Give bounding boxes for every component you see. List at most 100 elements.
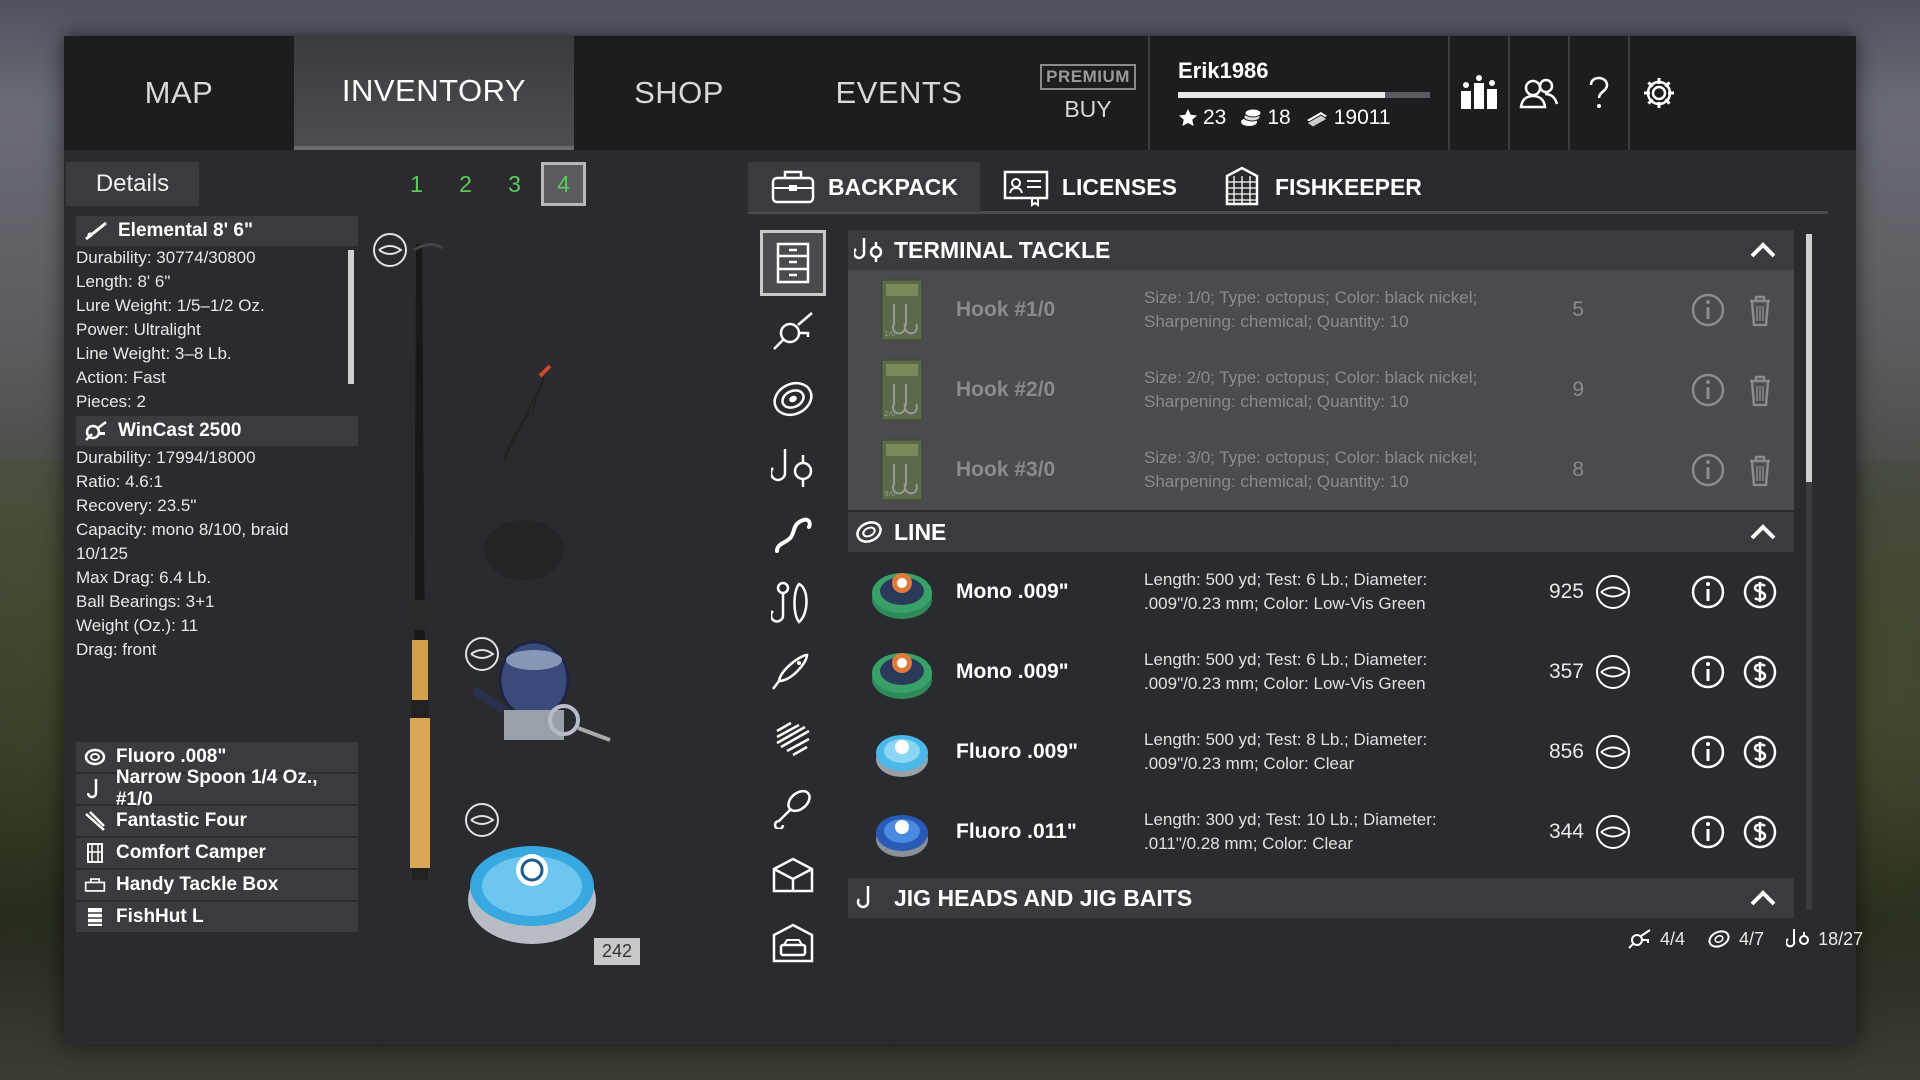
reel-prop: Durability: 17994/18000 xyxy=(76,448,256,467)
category-spoons[interactable] xyxy=(760,774,826,840)
lure-icon xyxy=(772,653,809,690)
rod-prop: Line Weight: 3–8 Lb. xyxy=(76,344,232,363)
item-list-scrollbar[interactable] xyxy=(1806,234,1812,910)
rod-slot-4[interactable]: 4 xyxy=(541,162,586,206)
reel-prop: Weight (Oz.): 11 xyxy=(76,616,199,635)
inventory-panel: BACKPACK LICENSES FISHKEEPER TERMINAL TA… xyxy=(748,150,1863,990)
rod-slot-2[interactable]: 2 xyxy=(443,162,488,206)
chevron-up-icon[interactable] xyxy=(1748,518,1778,546)
info-icon[interactable] xyxy=(1690,452,1726,488)
friends-button[interactable] xyxy=(1508,36,1568,150)
item-name: Fluoro .011" xyxy=(956,820,1077,843)
category-all[interactable] xyxy=(760,230,826,296)
line-length-badge: 242 xyxy=(594,938,641,965)
sell-icon[interactable] xyxy=(1742,814,1778,850)
chevron-up-icon[interactable] xyxy=(1748,236,1778,264)
list-item[interactable]: Mono .009" Length: 500 yd; Test: 6 Lb.; … xyxy=(848,552,1794,632)
info-icon[interactable] xyxy=(1690,574,1726,610)
category-header-terminal-tackle[interactable]: TERMINAL TACKLE xyxy=(848,230,1794,270)
leaderboard-button[interactable] xyxy=(1448,36,1508,150)
list-item[interactable]: Mono .009" Length: 500 yd; Test: 6 Lb.; … xyxy=(848,632,1794,712)
sell-icon[interactable] xyxy=(1742,734,1778,770)
category-jig-baits[interactable] xyxy=(760,570,826,636)
settings-button[interactable] xyxy=(1628,36,1688,150)
trash-icon[interactable] xyxy=(1742,372,1778,408)
item-list-scroll-thumb[interactable] xyxy=(1806,234,1812,482)
category-leaders[interactable] xyxy=(760,706,826,772)
equip-icon[interactable] xyxy=(1594,813,1632,851)
trash-icon[interactable] xyxy=(1742,452,1778,488)
terminal-tackle-capacity: 18/27 xyxy=(1786,928,1863,950)
xp-progress-bar xyxy=(1178,92,1430,98)
reel-header[interactable]: WinCast 2500 xyxy=(76,416,358,446)
reel-prop: Drag: front xyxy=(76,640,157,659)
category-boxes[interactable] xyxy=(760,842,826,908)
line-capacity: 4/7 xyxy=(1707,928,1764,950)
chevron-up-icon[interactable] xyxy=(1748,884,1778,912)
category-header-jig-heads[interactable]: JIG HEADS AND JIG BAITS xyxy=(848,878,1794,918)
category-lines[interactable] xyxy=(760,366,826,432)
item-quantity: 9 xyxy=(1572,378,1584,401)
equip-label: FishHut L xyxy=(116,906,204,927)
details-scrollbar[interactable] xyxy=(348,250,354,384)
rod-slot-1[interactable]: 1 xyxy=(394,162,439,206)
category-lures[interactable] xyxy=(760,638,826,704)
nav-tab-inventory[interactable]: INVENTORY xyxy=(294,36,574,150)
rod-header[interactable]: Elemental 8' 6" xyxy=(76,216,358,246)
list-item[interactable]: 1/0 Hook #1/0 Size: 1/0; Type: octopus; … xyxy=(848,270,1794,350)
equip-icon[interactable] xyxy=(1594,733,1632,771)
reel-prop: Ratio: 4.6:1 xyxy=(76,472,163,491)
item-name: Hook #3/0 xyxy=(956,458,1056,481)
info-icon[interactable] xyxy=(1690,654,1726,690)
info-icon[interactable] xyxy=(1690,372,1726,408)
category-header-line[interactable]: LINE xyxy=(848,512,1794,552)
gear-icon xyxy=(1644,78,1674,108)
equip-icon[interactable] xyxy=(1594,573,1632,611)
equip-row-tackle-box[interactable]: Handy Tackle Box xyxy=(76,870,358,900)
item-quantity: 925 xyxy=(1548,580,1584,603)
tab-licenses[interactable]: LICENSES xyxy=(980,162,1199,212)
info-icon[interactable] xyxy=(1690,814,1726,850)
nav-tab-map[interactable]: MAP xyxy=(64,36,294,150)
rod-preview xyxy=(364,220,730,990)
item-description: Size: 2/0; Type: octopus; Color: black n… xyxy=(1144,368,1478,411)
sell-icon[interactable] xyxy=(1742,654,1778,690)
category-vehicles[interactable] xyxy=(760,910,826,976)
player-profile[interactable]: Erik1986 23 18 19011 xyxy=(1148,36,1448,150)
hook-pack-thumbnail: 1/0 xyxy=(862,275,942,345)
list-item[interactable]: Fluoro .011" Length: 300 yd; Test: 10 Lb… xyxy=(848,792,1794,872)
info-icon[interactable] xyxy=(1690,734,1726,770)
rod-slot-3[interactable]: 3 xyxy=(492,162,537,206)
category-reels[interactable] xyxy=(760,298,826,364)
reel-icon xyxy=(773,312,813,350)
rod-prop: Durability: 30774/30800 xyxy=(76,248,256,267)
rod-name: Elemental 8' 6" xyxy=(118,220,253,241)
equip-row-keepnet[interactable]: FishHut L xyxy=(76,902,358,932)
details-scroll-thumb[interactable] xyxy=(348,250,354,384)
list-item[interactable]: 3/0 Hook #3/0 Size: 3/0; Type: octopus; … xyxy=(848,430,1794,510)
premium-buy-button[interactable]: PREMIUM BUY xyxy=(1028,36,1148,150)
sell-icon[interactable] xyxy=(1742,574,1778,610)
category-baits[interactable] xyxy=(760,502,826,568)
trash-icon[interactable] xyxy=(1742,292,1778,328)
nav-tab-events[interactable]: EVENTS xyxy=(784,36,1014,150)
tab-label: LICENSES xyxy=(1061,173,1177,200)
details-tab[interactable]: Details xyxy=(66,162,199,206)
tab-fishkeeper[interactable]: FISHKEEPER xyxy=(1199,162,1444,212)
tab-backpack[interactable]: BACKPACK xyxy=(748,162,980,212)
info-icon[interactable] xyxy=(1690,292,1726,328)
category-terminal-tackle[interactable] xyxy=(760,434,826,500)
equip-row-chair[interactable]: Comfort Camper xyxy=(76,838,358,868)
line-spool-icon xyxy=(773,381,813,417)
star-icon xyxy=(1179,109,1197,126)
tackle-box-icon xyxy=(84,876,106,894)
car-garage-icon xyxy=(772,923,814,963)
equip-row-lure[interactable]: Narrow Spoon 1/4 Oz., #1/0 xyxy=(76,767,358,810)
nav-tab-shop[interactable]: SHOP xyxy=(574,36,784,150)
item-quantity: 357 xyxy=(1548,660,1584,683)
mono-line-spool-thumbnail xyxy=(862,637,942,707)
help-button[interactable] xyxy=(1568,36,1628,150)
list-item[interactable]: Fluoro .009" Length: 500 yd; Test: 8 Lb.… xyxy=(848,712,1794,792)
list-item[interactable]: 2/0 Hook #2/0 Size: 2/0; Type: octopus; … xyxy=(848,350,1794,430)
equip-icon[interactable] xyxy=(1594,653,1632,691)
